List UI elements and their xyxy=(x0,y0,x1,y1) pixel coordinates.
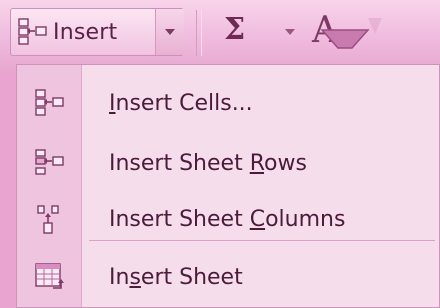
menu-item-insert-cells[interactable]: Insert Cells... xyxy=(17,75,439,131)
menu-item-insert-sheet[interactable]: Insert Sheet xyxy=(17,249,439,305)
ribbon-toolbar: Insert Σ A xyxy=(0,0,440,72)
toolbar-separator xyxy=(196,10,202,56)
insert-dropdown-arrow[interactable] xyxy=(155,9,184,55)
insert-sheet-icon xyxy=(17,261,81,293)
autosum-dropdown-arrow[interactable] xyxy=(284,28,296,36)
insert-rows-icon xyxy=(17,148,81,178)
menu-item-insert-sheet-columns[interactable]: Insert Sheet Columns xyxy=(17,191,439,247)
sort-filter-icon[interactable]: A xyxy=(302,4,382,54)
menu-item-label: Insert Sheet Rows xyxy=(109,150,307,176)
insert-button[interactable]: Insert xyxy=(11,9,155,55)
autosum-icon[interactable]: Σ xyxy=(224,12,245,47)
insert-cells-icon xyxy=(17,88,81,118)
menu-item-insert-sheet-rows[interactable]: Insert Sheet Rows xyxy=(17,135,439,191)
insert-button-label: Insert xyxy=(53,19,118,45)
menu-item-label: Insert Sheet Columns xyxy=(109,206,346,232)
insert-split-button[interactable]: Insert xyxy=(10,8,184,56)
menu-separator xyxy=(89,240,435,241)
chevron-down-icon xyxy=(165,29,175,35)
insert-cells-icon xyxy=(18,18,47,45)
menu-item-label: Insert Cells... xyxy=(109,90,253,116)
insert-dropdown-menu: Insert Cells... Insert Sheet Rows Insert… xyxy=(16,64,440,308)
menu-item-label: Insert Sheet xyxy=(109,264,243,290)
insert-columns-icon xyxy=(17,204,81,234)
